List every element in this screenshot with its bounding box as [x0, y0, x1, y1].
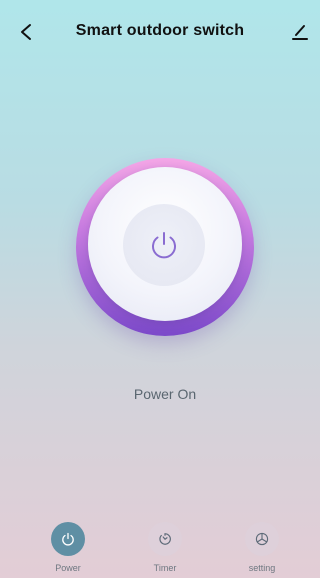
page-title: Smart outdoor switch — [75, 22, 245, 39]
power-button-center[interactable] — [123, 204, 205, 286]
edit-button[interactable] — [286, 18, 314, 46]
chevron-left-icon — [21, 24, 31, 40]
power-icon — [62, 532, 74, 546]
power-icon — [152, 232, 176, 259]
back-button[interactable] — [12, 18, 40, 46]
tab-power-circle — [51, 522, 85, 556]
power-status-text: Power On — [133, 386, 197, 402]
tab-power[interactable]: Power — [28, 518, 108, 578]
pencil-icon — [292, 25, 308, 40]
timer-icon — [159, 533, 171, 545]
tab-setting-label: setting — [248, 563, 276, 573]
tab-timer-label: Timer — [153, 563, 177, 573]
tab-setting-circle — [245, 522, 279, 556]
tab-setting[interactable]: setting — [222, 518, 302, 578]
tab-timer-circle — [148, 522, 182, 556]
tab-timer[interactable]: Timer — [125, 518, 205, 578]
header: Smart outdoor switch — [0, 0, 320, 64]
bottom-tab-bar: Power Timer setting — [0, 518, 320, 578]
settings-icon — [255, 532, 269, 546]
tab-power-label: Power — [55, 563, 81, 573]
